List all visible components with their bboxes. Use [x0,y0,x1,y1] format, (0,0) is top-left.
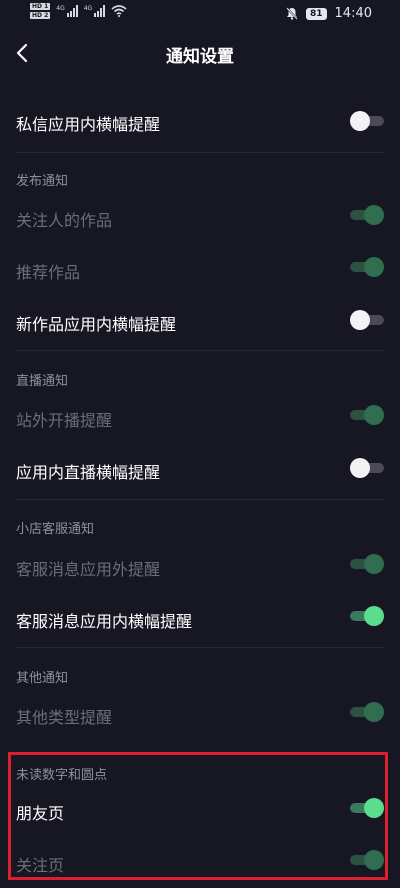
divider [16,350,384,351]
setting-label: 推荐作品 [16,263,81,282]
section-header-unread: 未读数字和圆点 [16,768,108,783]
divider [16,499,384,500]
toggle-switch-disabled-on [350,205,384,225]
setting-label: 客服消息应用外提醒 [16,560,161,579]
setting-label: 关注页 [16,856,65,875]
divider [16,152,384,153]
hd-indicators: HD 1 HD 2 [30,3,51,19]
setting-row-new-work-banner[interactable]: 新作品应用内横幅提醒 [0,304,400,338]
toggle-switch-disabled-on [350,257,384,277]
divider [16,647,384,648]
status-bar: HD 1 HD 2 4G 4G 81 14:40 [0,0,400,30]
toggle-switch-off[interactable] [350,111,384,131]
status-right: 81 14:40 [286,6,372,21]
section-header-other: 其他通知 [16,671,69,686]
setting-label: 应用内直播横幅提醒 [16,463,161,482]
network-type-label-2: 4G [83,5,93,12]
setting-row-following-page: 关注页 [0,845,400,879]
setting-row-friends-page[interactable]: 朋友页 [0,793,400,827]
toggle-switch-on[interactable] [350,606,384,626]
network-type-label: 4G [56,5,65,12]
hd1-badge: HD 1 [30,3,51,10]
clock: 14:40 [334,6,372,21]
page-title: 通知设置 [166,47,234,67]
header: 通知设置 [0,30,400,76]
wifi-icon [111,5,127,17]
setting-label: 其他类型提醒 [16,708,113,727]
setting-label: 私信应用内横幅提醒 [16,115,161,134]
mute-bell-icon [286,7,298,20]
toggle-switch-disabled-on [350,405,384,425]
setting-row-followed-works: 关注人的作品 [0,200,400,234]
signal-icon-2: 4G [83,5,106,17]
status-left: HD 1 HD 2 4G 4G [30,3,127,19]
setting-row-external-live: 站外开播提醒 [0,400,400,434]
setting-row-cs-external: 客服消息应用外提醒 [0,549,400,583]
setting-row-dm-banner[interactable]: 私信应用内横幅提醒 [0,104,400,138]
battery-indicator: 81 [306,7,327,20]
setting-label: 站外开播提醒 [16,411,113,430]
setting-row-recommended-works: 推荐作品 [0,252,400,286]
setting-label: 朋友页 [16,804,65,823]
setting-label: 客服消息应用内横幅提醒 [16,612,193,631]
toggle-switch-off[interactable] [350,458,384,478]
section-header-shop: 小店客服通知 [16,522,95,537]
section-header-publish: 发布通知 [16,174,69,189]
section-header-live: 直播通知 [16,374,69,389]
toggle-switch-disabled-on [350,702,384,722]
setting-label: 关注人的作品 [16,211,113,230]
toggle-switch-disabled-on [350,850,384,870]
hd2-badge: HD 2 [30,12,51,19]
toggle-switch-disabled-on [350,554,384,574]
signal-icon: 4G [56,5,78,17]
setting-label: 新作品应用内横幅提醒 [16,315,177,334]
setting-row-live-banner[interactable]: 应用内直播横幅提醒 [0,452,400,486]
setting-row-other-types: 其他类型提醒 [0,697,400,731]
toggle-switch-off[interactable] [350,310,384,330]
setting-row-cs-banner[interactable]: 客服消息应用内横幅提醒 [0,601,400,635]
toggle-switch-on[interactable] [350,798,384,818]
